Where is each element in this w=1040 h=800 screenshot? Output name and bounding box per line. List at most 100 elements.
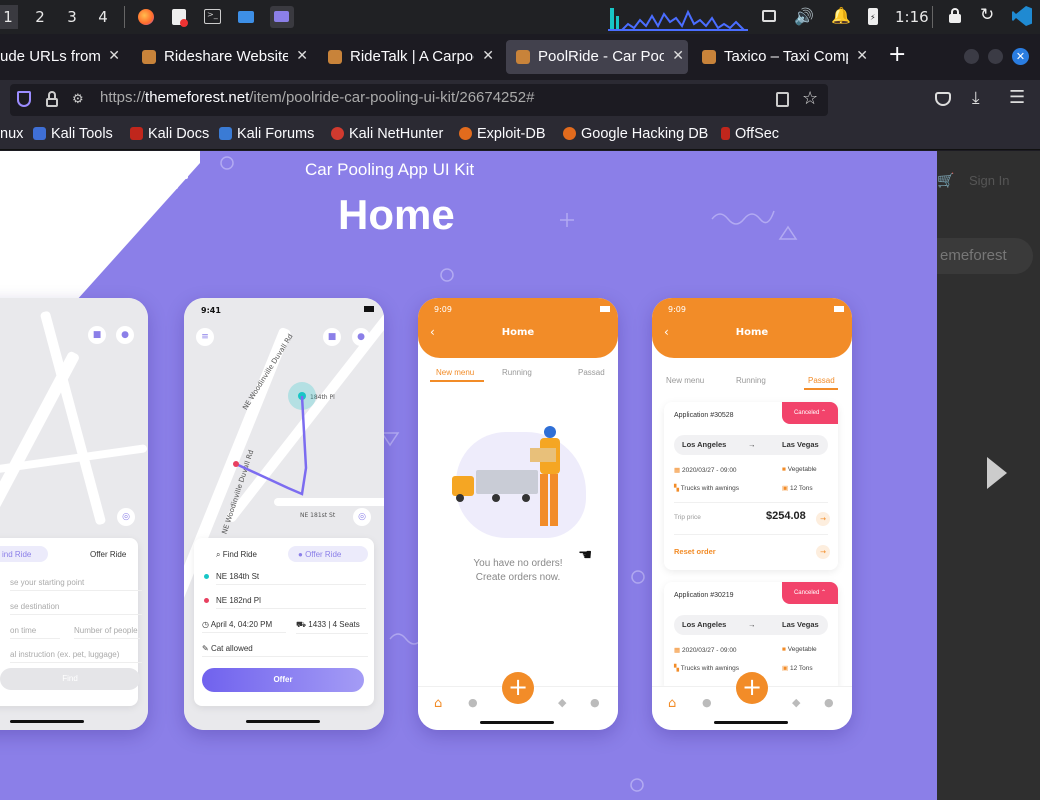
bookmark-offsec[interactable]: OffSec (721, 126, 779, 142)
cart-icon[interactable]: 🛒 (937, 173, 954, 189)
profile-icon[interactable]: ● (824, 696, 834, 709)
app-icon-active[interactable] (270, 6, 294, 28)
home-icon[interactable]: ⌂ (668, 696, 676, 711)
reset-order-link[interactable]: Reset order (674, 547, 716, 556)
new-tab-button[interactable]: + (888, 44, 906, 66)
workspace-3[interactable]: 3 (62, 8, 82, 26)
locate-icon[interactable]: ◎ (117, 508, 135, 526)
tab-title: ude URLs from o (0, 48, 100, 65)
downloads-icon[interactable]: ⤓ (972, 88, 980, 108)
folder-icon[interactable] (238, 11, 254, 23)
bookmark-star-icon[interactable]: ☆ (802, 88, 818, 109)
tag-icon[interactable]: ◆ (558, 696, 566, 709)
bell-icon[interactable]: ● (702, 696, 712, 709)
close-tab-icon[interactable]: ✕ (296, 47, 308, 64)
tab-4-active[interactable]: PoolRide - Car Pooli ✕ (506, 40, 688, 74)
shield-icon[interactable] (17, 91, 31, 107)
add-order-button[interactable]: + (736, 672, 768, 704)
tab-new-menu[interactable]: New menu (430, 368, 484, 382)
date-field[interactable]: ◷ April 4, 04:20 PM (202, 620, 286, 633)
tab-passad[interactable]: Passad (578, 368, 605, 377)
bookmark-kali-forums[interactable]: Kali Forums (219, 126, 314, 142)
bell-icon[interactable]: ● (468, 696, 478, 709)
offer-ride-tab[interactable]: ● Offer Ride (288, 546, 368, 562)
tab-2[interactable]: Rideshare Website T ✕ (132, 40, 312, 74)
workspace-4[interactable]: 4 (93, 8, 113, 26)
chat-icon[interactable]: ■ (88, 326, 106, 344)
price-arrow-icon[interactable]: → (816, 512, 830, 526)
offer-button[interactable]: Offer (202, 668, 364, 692)
close-tab-icon[interactable]: ✕ (482, 47, 494, 64)
terminal-icon[interactable]: >_ (204, 9, 221, 24)
sign-in-link[interactable]: Sign In (969, 173, 1009, 188)
close-tab-icon[interactable]: ✕ (108, 47, 120, 64)
bookmark-kali-nethunter[interactable]: Kali NetHunter (331, 126, 443, 142)
profile-icon[interactable]: ● (590, 696, 600, 709)
workspace-1[interactable]: 1 (0, 5, 18, 29)
find-button[interactable]: Find (0, 668, 140, 690)
notification-bell-icon[interactable]: 🔔 (831, 6, 851, 25)
to-field[interactable]: NE 182nd Pl (216, 596, 366, 609)
tab-1[interactable]: ude URLs from o ✕ (0, 40, 124, 74)
firefox-icon[interactable] (138, 9, 154, 25)
route-from: Los Angeles (682, 620, 727, 629)
tab-5[interactable]: Taxico – Taxi Compa ✕ (692, 40, 872, 74)
screen-icon[interactable] (762, 10, 776, 22)
add-order-button[interactable]: + (502, 672, 534, 704)
instruction-field[interactable]: al instruction (ex. pet, luggage) (10, 650, 142, 663)
destination-field[interactable]: se destination (10, 602, 142, 615)
url-text[interactable]: https://themeforest.net/item/poolride-ca… (100, 89, 534, 106)
reset-arrow-icon[interactable]: → (816, 545, 830, 559)
tab-passad[interactable]: Passad (804, 376, 838, 390)
phone-mockup-empty-orders: 9:09 ‹ Home New menu Running Passad You … (418, 298, 618, 730)
next-slide-arrow-icon[interactable] (987, 457, 1007, 489)
tab-running[interactable]: Running (736, 376, 766, 385)
bookmark-kali-docs[interactable]: Kali Docs (130, 126, 209, 142)
note-field[interactable]: ✎ Cat allowed (202, 644, 368, 657)
close-tab-icon[interactable]: ✕ (672, 47, 684, 64)
find-ride-tab[interactable]: ⌕ Find Ride (216, 550, 257, 560)
seats-field[interactable]: ⛟ 1433 | 4 Seats (296, 620, 368, 634)
battery-icon[interactable]: ⚡ (868, 8, 878, 25)
workspace-2[interactable]: 2 (30, 8, 50, 26)
locate-icon[interactable]: ◎ (353, 508, 371, 526)
close-window-button[interactable]: ✕ (1012, 48, 1029, 65)
refresh-power-icon[interactable]: ↻ (980, 5, 994, 25)
bell-icon[interactable]: ● (116, 326, 134, 344)
tab-3[interactable]: RideTalk | A Carpool ✕ (318, 40, 498, 74)
minimize-button[interactable] (964, 49, 979, 64)
volume-icon[interactable]: 🔊 (794, 7, 814, 26)
vscode-icon[interactable] (1012, 6, 1032, 26)
offsec-icon (721, 127, 730, 140)
bookmark-exploit-db[interactable]: Exploit-DB (459, 126, 546, 142)
tab-title: Rideshare Website T (164, 48, 288, 65)
application-card[interactable]: Application #30528 Canceled ⌃ Los Angele… (664, 402, 838, 570)
tab-running[interactable]: Running (502, 368, 532, 377)
kali-icon (33, 127, 46, 140)
menu-icon[interactable]: ☰ (1009, 87, 1025, 108)
reader-view-icon[interactable] (776, 92, 789, 107)
bookmark-kali-tools[interactable]: Kali Tools (33, 126, 113, 142)
permissions-icon[interactable]: ⚙ (72, 92, 84, 107)
lock-icon[interactable] (948, 8, 961, 23)
bookmark-item[interactable]: nux (0, 126, 23, 142)
home-icon[interactable]: ⌂ (434, 696, 442, 711)
from-field[interactable]: NE 184th St (216, 572, 366, 585)
start-point-field[interactable]: se your starting point (10, 578, 142, 591)
status-badge: Canceled ⌃ (782, 402, 838, 424)
maximize-button[interactable] (988, 49, 1003, 64)
tab-new-menu[interactable]: New menu (666, 376, 704, 385)
bookmark-google-hacking-db[interactable]: Google Hacking DB (563, 126, 708, 142)
truck-text: Trucks with awnings (680, 485, 739, 492)
close-tab-icon[interactable]: ✕ (856, 47, 868, 64)
document-icon[interactable] (172, 9, 188, 27)
people-field[interactable]: Number of people (74, 626, 140, 639)
truck-row: ▚ Trucks with awnings (674, 484, 739, 492)
find-ride-tab[interactable]: ind Ride (0, 546, 48, 562)
arrow-right-icon: → (748, 620, 756, 629)
padlock-icon[interactable] (46, 91, 58, 107)
tag-icon[interactable]: ◆ (792, 696, 800, 709)
clock[interactable]: 1:16 (895, 8, 929, 26)
offer-ride-tab[interactable]: Offer Ride (90, 550, 126, 559)
time-field[interactable]: on time (10, 626, 60, 639)
